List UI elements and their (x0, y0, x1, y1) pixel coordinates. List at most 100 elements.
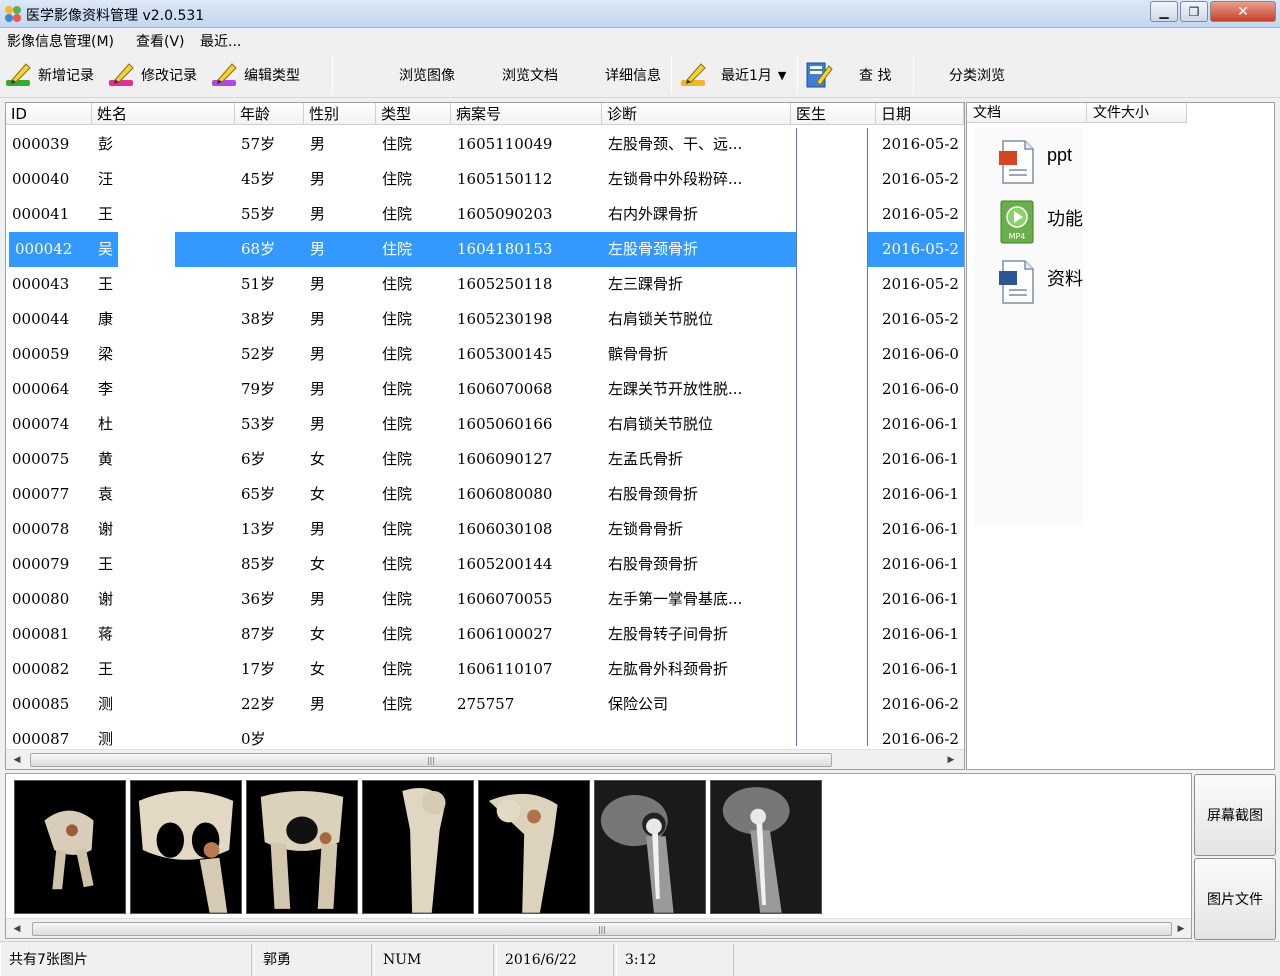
image-file-label: 图片文件 (1207, 892, 1263, 908)
pencil-recent-icon (681, 63, 706, 86)
table-row[interactable]: 000064 李 79岁 男 住院 1606070068 左踝关节开放性脱... 2016-0… (6, 372, 964, 407)
table-scroll-thumb[interactable]: ||| (30, 753, 832, 767)
table-row[interactable]: 000082 王 17岁 女 住院 1606110107 左肱骨外科颈骨折 2016-06-1 (6, 652, 964, 687)
table-row[interactable]: 000085 测 22岁 男 住院 275757 保险公司 2016-06-2 (6, 687, 964, 722)
cell-type: 住院 (382, 590, 413, 608)
cell-name: 王 (98, 275, 114, 293)
cell-doctor (791, 582, 876, 617)
header-age[interactable]: 年龄 (235, 103, 304, 125)
header-case-number[interactable]: 病案号 (451, 103, 602, 125)
recent-dropdown[interactable]: 最近1月 ▼ (679, 58, 786, 92)
doc-item-video[interactable]: MP4 功能 (997, 199, 1083, 249)
cell-date: 2016-06-1 (882, 590, 959, 608)
cell-diagnosis: 左锁骨骨折 (608, 520, 684, 538)
doc-item-ppt[interactable]: ppt (997, 139, 1072, 189)
image-thumbnail[interactable] (14, 780, 126, 914)
cell-doctor (791, 547, 876, 582)
image-thumbnail[interactable] (478, 780, 590, 914)
cell-type: 住院 (382, 170, 413, 188)
cell-name: 测 (98, 695, 114, 713)
header-date[interactable]: 日期 (876, 103, 964, 125)
table-row[interactable]: 000039 彭 57岁 男 住院 1605110049 左股骨颈、干、远... 2016-0… (6, 127, 964, 162)
cell-id: 000039 (12, 135, 70, 153)
cell-date: 2016-06-1 (882, 520, 959, 538)
minimize-button[interactable]: ▁ (1150, 1, 1178, 22)
image-thumbnail[interactable] (246, 780, 358, 914)
table-row[interactable]: 000040 汪 45岁 男 住院 1605150112 左锁骨中外段粉碎... 2016-0… (6, 162, 964, 197)
cell-case-number: 1606070055 (457, 590, 553, 608)
table-row[interactable]: 000059 梁 52岁 男 住院 1605300145 髌骨骨折 2016-06-0 (6, 337, 964, 372)
word-file-icon (999, 260, 1034, 304)
cell-gender: 男 (310, 310, 326, 328)
search-button[interactable]: 查 找 (803, 58, 891, 92)
browse-images-button[interactable]: 浏览图像 (399, 58, 455, 92)
cell-case-number: 1605090203 (457, 205, 553, 223)
scroll-left-icon[interactable]: ◀ (10, 921, 24, 937)
table-row[interactable]: 000078 谢 13岁 男 住院 1606030108 左锁骨骨折 2016-06-1 (6, 512, 964, 547)
cell-id: 000077 (12, 485, 70, 503)
cell-case-number: 1606100027 (457, 625, 553, 643)
edit-type-button[interactable]: 编辑类型 (210, 58, 300, 92)
table-row[interactable]: 000041 王 55岁 男 住院 1605090203 右内外踝骨折 2016-05-2 (6, 197, 964, 232)
image-thumbnail[interactable] (130, 780, 242, 914)
table-row[interactable]: 000074 杜 53岁 男 住院 1605060166 右肩锁关节脱位 2016-06-1 (6, 407, 964, 442)
menu-image-info[interactable]: 影像信息管理(M) (7, 31, 114, 51)
browse-docs-button[interactable]: 浏览文档 (502, 58, 558, 92)
edit-record-button[interactable]: 修改记录 (107, 58, 197, 92)
scroll-left-icon[interactable]: ◀ (10, 752, 24, 768)
cell-type: 住院 (382, 345, 413, 363)
table-row[interactable]: 000042 吴 68岁男住院 1604180153 左股骨颈骨折 2016-05-2 (6, 232, 964, 267)
cell-case-number: 1605150112 (457, 170, 553, 188)
table-row[interactable]: 000079 王 85岁 女 住院 1605200144 右股骨颈骨折 2016-06-1 (6, 547, 964, 582)
close-button[interactable]: ✕ (1210, 1, 1276, 22)
image-thumbnail[interactable] (594, 780, 706, 914)
header-id[interactable]: ID (6, 103, 92, 125)
menu-recent[interactable]: 最近... (200, 31, 241, 51)
cell-age: 17岁 (241, 660, 276, 678)
table-row[interactable]: 000043 王 51岁 男 住院 1605250118 左三踝骨折 2016-05-2 (6, 267, 964, 302)
thumbnail-scroll-thumb[interactable]: ||| (32, 922, 1172, 936)
doc-item-label: 功能 (1047, 209, 1083, 229)
table-row[interactable]: 000044 康 38岁 男 住院 1605230198 右肩锁关节脱位 2016-05-2 (6, 302, 964, 337)
image-thumbnail[interactable] (710, 780, 822, 914)
cell-diagnosis: 左三踝骨折 (608, 275, 684, 293)
search-label: 查 找 (859, 68, 892, 84)
cell-age: 13岁 (241, 520, 276, 538)
table-horizontal-scrollbar[interactable]: ◀ ||| ▶ (6, 749, 964, 769)
doc-header-name[interactable]: 文档 (967, 103, 1087, 123)
cell-age: 6岁 (241, 450, 266, 468)
doc-header-size[interactable]: 文件大小 (1087, 103, 1187, 123)
header-type[interactable]: 类型 (376, 103, 451, 125)
table-row[interactable]: 000077 袁 65岁 女 住院 1606080080 右股骨颈骨折 2016-06-1 (6, 477, 964, 512)
screenshot-button[interactable]: 屏幕截图 (1194, 774, 1276, 856)
cell-type: 住院 (382, 450, 413, 468)
scroll-right-icon[interactable]: ▶ (1174, 921, 1188, 937)
scroll-right-icon[interactable]: ▶ (944, 752, 958, 768)
grip-icon: ||| (426, 756, 436, 765)
menu-view[interactable]: 查看(V) (136, 31, 185, 51)
screenshot-label: 屏幕截图 (1207, 808, 1263, 824)
thumbnail-horizontal-scrollbar[interactable]: ◀ ||| ▶ (6, 918, 1191, 938)
cell-id: 000078 (12, 520, 70, 538)
table-row[interactable]: 000075 黄 6岁 女 住院 1606090127 左孟氏骨折 2016-06-1 (6, 442, 964, 477)
header-diagnosis[interactable]: 诊断 (602, 103, 791, 125)
header-doctor[interactable]: 医生 (791, 103, 876, 125)
header-name[interactable]: 姓名 (92, 103, 235, 125)
cell-name: 黄 (98, 450, 114, 468)
status-time: 3:12 (616, 944, 734, 976)
cell-name: 杜 (98, 415, 114, 433)
maximize-button[interactable]: ❐ (1180, 1, 1208, 22)
table-row[interactable]: 000080 谢 36岁 男 住院 1606070055 左手第一掌骨基底... 2016-0… (6, 582, 964, 617)
new-record-button[interactable]: 新增记录 (4, 58, 94, 92)
category-browse-button[interactable]: 分类浏览 (949, 58, 1005, 92)
image-thumbnail[interactable] (362, 780, 474, 914)
cell-type: 住院 (382, 485, 413, 503)
pencil-type-icon (212, 63, 237, 86)
table-row[interactable]: 000081 蒋 87岁 女 住院 1606100027 左股骨转子间骨折 2016-06-1 (6, 617, 964, 652)
image-file-button[interactable]: 图片文件 (1194, 858, 1276, 940)
cell-doctor (791, 617, 876, 652)
header-gender[interactable]: 性别 (304, 103, 376, 125)
details-button[interactable]: 详细信息 (605, 58, 661, 92)
cell-gender: 女 (310, 485, 326, 503)
doc-item-word[interactable]: 资料 (997, 259, 1083, 309)
